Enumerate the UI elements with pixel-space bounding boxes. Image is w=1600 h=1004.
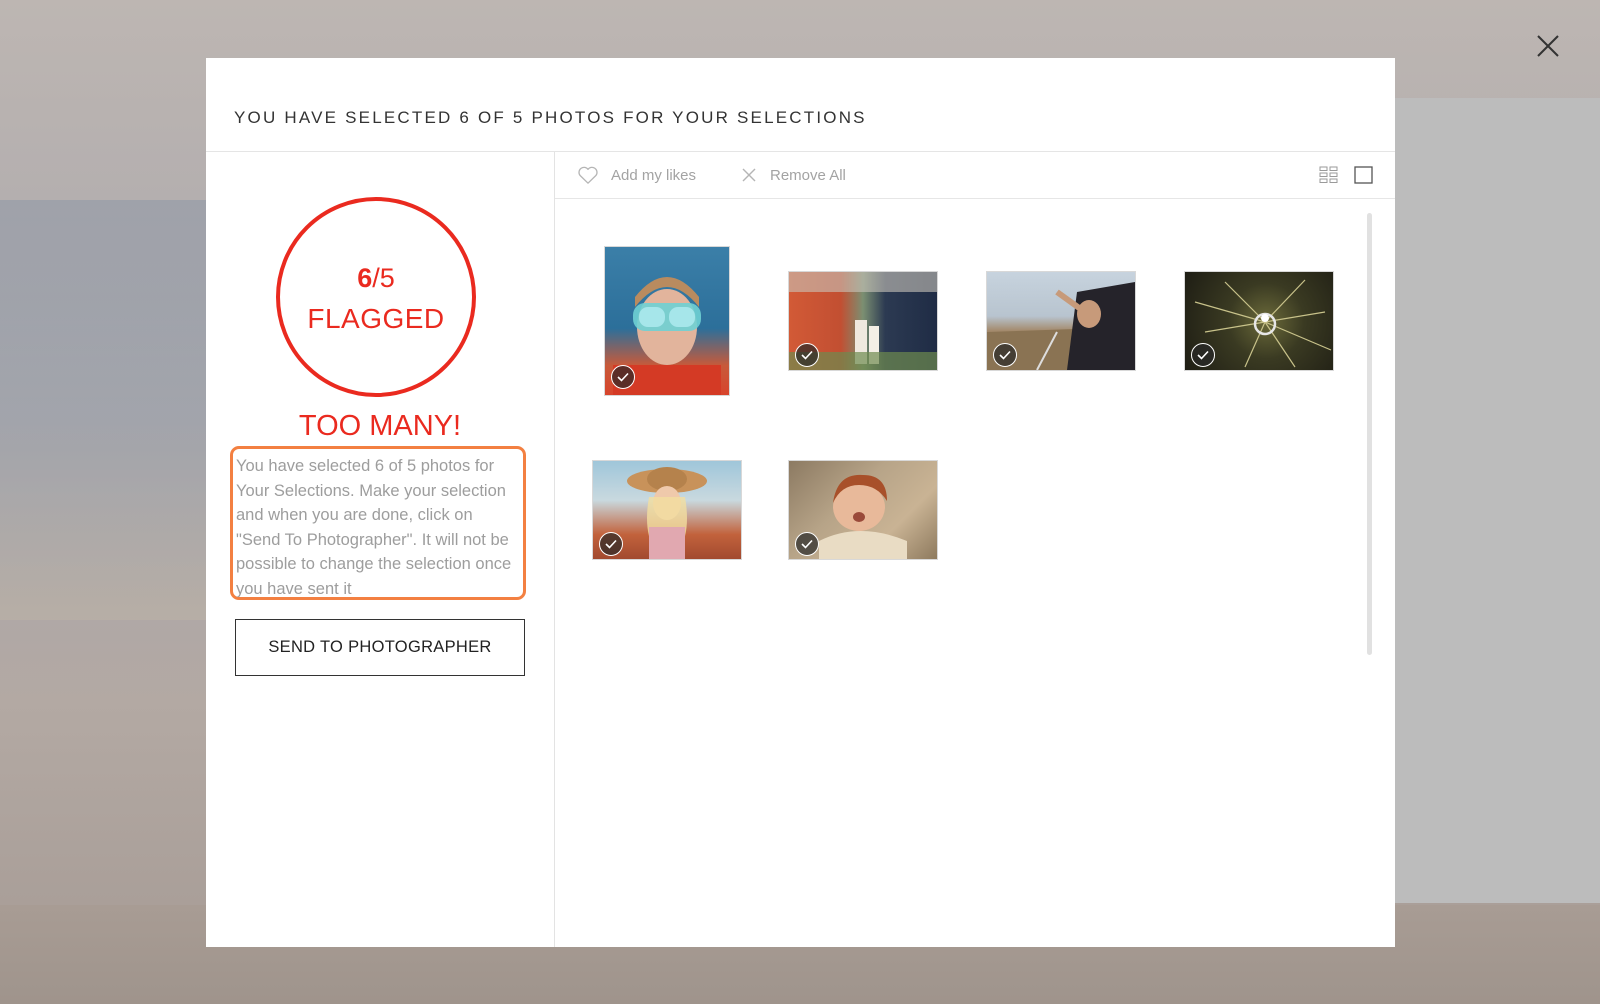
- check-icon: [611, 365, 635, 389]
- heart-icon: [578, 166, 598, 184]
- modal-title: YOU HAVE SELECTED 6 OF 5 PHOTOS FOR YOUR…: [234, 108, 867, 127]
- background-blur: [0, 200, 220, 620]
- limit-count: /5: [372, 263, 395, 293]
- photo-gallery: [555, 199, 1395, 947]
- scrollbar[interactable]: [1367, 213, 1372, 655]
- send-to-photographer-button[interactable]: SEND TO PHOTOGRAPHER: [235, 619, 525, 676]
- add-my-likes-button[interactable]: Add my likes: [577, 152, 696, 198]
- x-icon: [742, 168, 756, 182]
- photo-thumbnail[interactable]: [593, 461, 741, 559]
- check-icon: [1191, 343, 1215, 367]
- check-icon: [993, 343, 1017, 367]
- photo-thumbnail[interactable]: [1185, 272, 1333, 370]
- gallery-toolbar: Add my likes Remove All: [555, 152, 1395, 199]
- selection-summary-panel: 6/5 FLAGGED TOO MANY! You have selected …: [206, 152, 554, 947]
- photo-thumbnail[interactable]: [605, 247, 729, 395]
- selection-info-text: You have selected 6 of 5 photos for Your…: [230, 446, 526, 600]
- too-many-warning: TOO MANY!: [298, 410, 462, 442]
- single-view-icon[interactable]: [1354, 166, 1373, 184]
- photo-thumbnail[interactable]: [987, 272, 1135, 370]
- check-icon: [795, 532, 819, 556]
- selection-modal: YOU HAVE SELECTED 6 OF 5 PHOTOS FOR YOUR…: [206, 58, 1395, 947]
- photo-thumbnail[interactable]: [789, 461, 937, 559]
- selected-count: 6: [357, 263, 373, 293]
- selection-count-ring: 6/5 FLAGGED: [276, 197, 476, 397]
- selection-count: 6/5: [280, 263, 472, 294]
- background-panel: [1366, 98, 1600, 903]
- check-icon: [599, 532, 623, 556]
- remove-all-label: Remove All: [770, 166, 846, 184]
- check-icon: [795, 343, 819, 367]
- add-my-likes-label: Add my likes: [611, 166, 697, 184]
- photo-thumbnail[interactable]: [789, 272, 937, 370]
- grid-view-icon[interactable]: [1319, 166, 1339, 184]
- close-icon[interactable]: [1532, 30, 1564, 62]
- flagged-label: FLAGGED: [307, 303, 445, 334]
- remove-all-button[interactable]: Remove All: [740, 152, 846, 198]
